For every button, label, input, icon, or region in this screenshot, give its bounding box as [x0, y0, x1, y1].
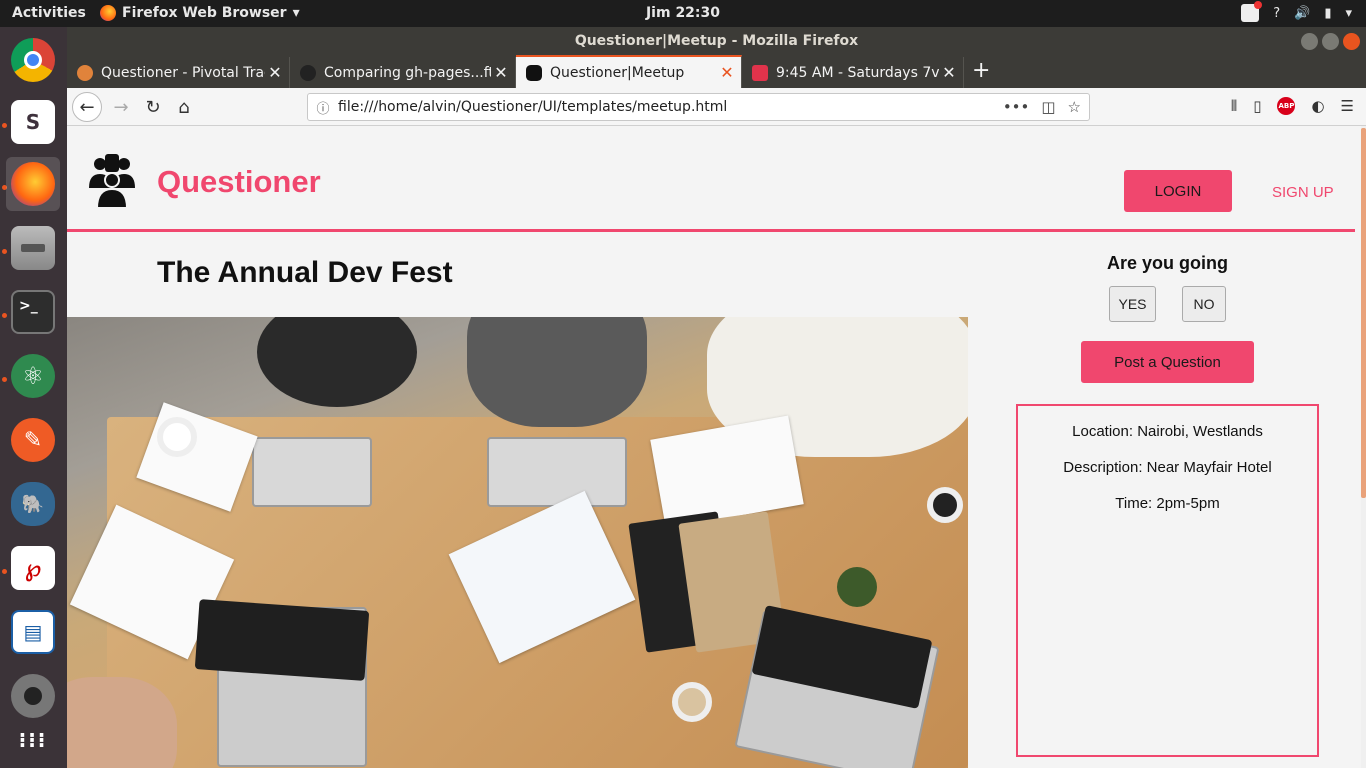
close-tab-icon[interactable]: ✕ [265, 63, 285, 82]
libreoffice-impress-icon: ▤ [11, 610, 55, 654]
volume-icon[interactable]: 🔊 [1294, 6, 1310, 21]
event-description: Description: Near Mayfair Hotel [1063, 459, 1272, 476]
system-tray: ? 🔊 ▮ ▾ [1241, 1, 1352, 22]
dock: S >_ ⚛ ✎ 🐘 ℘ ▤ ⁝⁝⁝ [0, 27, 67, 768]
navigation-toolbar: ← → ↻ ⌂ ⓘ file:///home/alvin/Questioner/… [67, 88, 1366, 126]
dock-libreoffice[interactable]: ▤ [6, 605, 60, 659]
post-question-button[interactable]: Post a Question [1081, 341, 1254, 383]
tab-github[interactable]: Comparing gh-pages...ft- ✕ [290, 57, 516, 88]
dock-pdf-viewer[interactable]: ℘ [6, 541, 60, 595]
sidebar-icon[interactable]: ▯ [1253, 97, 1261, 115]
terminal-icon: >_ [11, 290, 55, 334]
brand-name[interactable]: Questioner [157, 164, 321, 200]
github-icon [300, 64, 316, 81]
forward-button[interactable]: → [107, 93, 135, 121]
postman-icon: ✎ [11, 418, 55, 462]
dock-postman[interactable]: ✎ [6, 413, 60, 467]
slack-icon: S [11, 100, 55, 144]
site-header: Questioner LOGIN SIGN UP [67, 126, 1355, 232]
rsvp-question: Are you going [1107, 253, 1228, 273]
signup-link[interactable]: SIGN UP [1272, 184, 1334, 201]
activities-button[interactable]: Activities [12, 5, 86, 21]
pivotal-icon [77, 64, 93, 81]
app-menu-label: Firefox Web Browser [122, 5, 287, 21]
postgres-icon: 🐘 [11, 482, 55, 526]
meetup-icon [752, 64, 768, 81]
tab-pivotal[interactable]: Questioner - Pivotal Trac ✕ [67, 57, 290, 88]
dock-terminal[interactable]: >_ [6, 285, 60, 339]
maximize-button[interactable] [1322, 33, 1339, 50]
rsvp-yes-button[interactable]: YES [1109, 286, 1156, 322]
users-icon [526, 64, 542, 81]
pocket-icon[interactable]: ◫ [1041, 98, 1055, 116]
camera-icon [11, 674, 55, 718]
event-details-box: Location: Nairobi, Westlands Description… [1016, 404, 1319, 757]
tab-strip: Questioner - Pivotal Trac ✕ Comparing gh… [67, 55, 1366, 88]
minimize-button[interactable] [1301, 33, 1318, 50]
url-bar[interactable]: ⓘ file:///home/alvin/Questioner/UI/templ… [307, 93, 1090, 121]
dock-files[interactable] [6, 221, 60, 275]
files-icon [11, 226, 55, 270]
pdf-viewer-icon: ℘ [11, 546, 55, 590]
close-tab-icon[interactable]: ✕ [939, 63, 959, 82]
tab-questioner[interactable]: Questioner|Meetup ✕ [516, 55, 742, 88]
app-menu[interactable]: Firefox Web Browser ▾ [100, 5, 300, 21]
extension-icon[interactable]: ◐ [1311, 97, 1324, 115]
page-scrollbar[interactable] [1361, 126, 1366, 768]
tab-title: Questioner - Pivotal Trac [101, 64, 265, 81]
home-button[interactable]: ⌂ [170, 93, 198, 121]
dock-postgres[interactable]: 🐘 [6, 477, 60, 531]
event-title: The Annual Dev Fest [157, 256, 453, 289]
chevron-down-icon: ▾ [292, 5, 300, 21]
tab-saturdays[interactable]: 9:45 AM - Saturdays 7v7 ( ✕ [742, 57, 964, 88]
page-actions-icon[interactable]: ••• [1003, 98, 1030, 116]
url-text[interactable]: file:///home/alvin/Questioner/UI/templat… [338, 99, 1003, 115]
login-button[interactable]: LOGIN [1124, 170, 1232, 212]
users-logo-icon [89, 154, 135, 208]
clock[interactable]: Jim 22:30 [646, 5, 720, 21]
event-location: Location: Nairobi, Westlands [1072, 423, 1263, 440]
reload-button[interactable]: ↻ [139, 93, 167, 121]
show-apps-icon: ⁝⁝⁝ [18, 728, 48, 752]
dock-firefox[interactable] [6, 157, 60, 211]
firefox-window: Questioner|Meetup - Mozilla Firefox Ques… [67, 27, 1366, 768]
window-titlebar: Questioner|Meetup - Mozilla Firefox [67, 27, 1366, 55]
dock-chrome[interactable] [6, 33, 60, 87]
system-top-bar: Activities Firefox Web Browser ▾ Jim 22:… [0, 0, 1366, 27]
dock-show-apps[interactable]: ⁝⁝⁝ [6, 713, 60, 767]
close-tab-icon[interactable]: ✕ [491, 63, 511, 82]
info-icon[interactable]: ⓘ [308, 98, 338, 117]
tab-title: 9:45 AM - Saturdays 7v7 ( [776, 64, 939, 81]
rsvp-no-button[interactable]: NO [1182, 286, 1226, 322]
back-button[interactable]: ← [72, 92, 102, 122]
battery-icon[interactable]: ▮ [1324, 6, 1331, 21]
event-time: Time: 2pm-5pm [1115, 495, 1220, 512]
adblock-icon[interactable]: ABP [1277, 97, 1296, 115]
atom-icon: ⚛ [11, 354, 55, 398]
library-icon[interactable]: ⫴ [1231, 97, 1237, 115]
hamburger-menu-icon[interactable]: ☰ [1341, 97, 1354, 115]
chrome-icon [11, 38, 55, 82]
chevron-down-icon[interactable]: ▾ [1345, 6, 1352, 21]
new-tab-button[interactable]: + [972, 58, 990, 83]
dock-slack[interactable]: S [6, 95, 60, 149]
tab-title: Comparing gh-pages...ft- [324, 64, 491, 81]
bookmark-star-icon[interactable]: ☆ [1068, 98, 1081, 116]
window-title: Questioner|Meetup - Mozilla Firefox [574, 33, 859, 49]
close-tab-icon[interactable]: ✕ [717, 63, 737, 82]
extension-indicator-icon[interactable] [1241, 1, 1263, 22]
help-icon[interactable]: ? [1273, 6, 1280, 21]
firefox-icon [11, 162, 55, 206]
event-hero-image [67, 317, 968, 768]
page-content: Questioner LOGIN SIGN UP The Annual Dev … [67, 126, 1366, 768]
close-window-button[interactable] [1343, 33, 1360, 50]
tab-title: Questioner|Meetup [550, 64, 685, 81]
scrollbar-thumb[interactable] [1361, 128, 1366, 498]
firefox-small-icon [100, 5, 116, 21]
dock-atom[interactable]: ⚛ [6, 349, 60, 403]
